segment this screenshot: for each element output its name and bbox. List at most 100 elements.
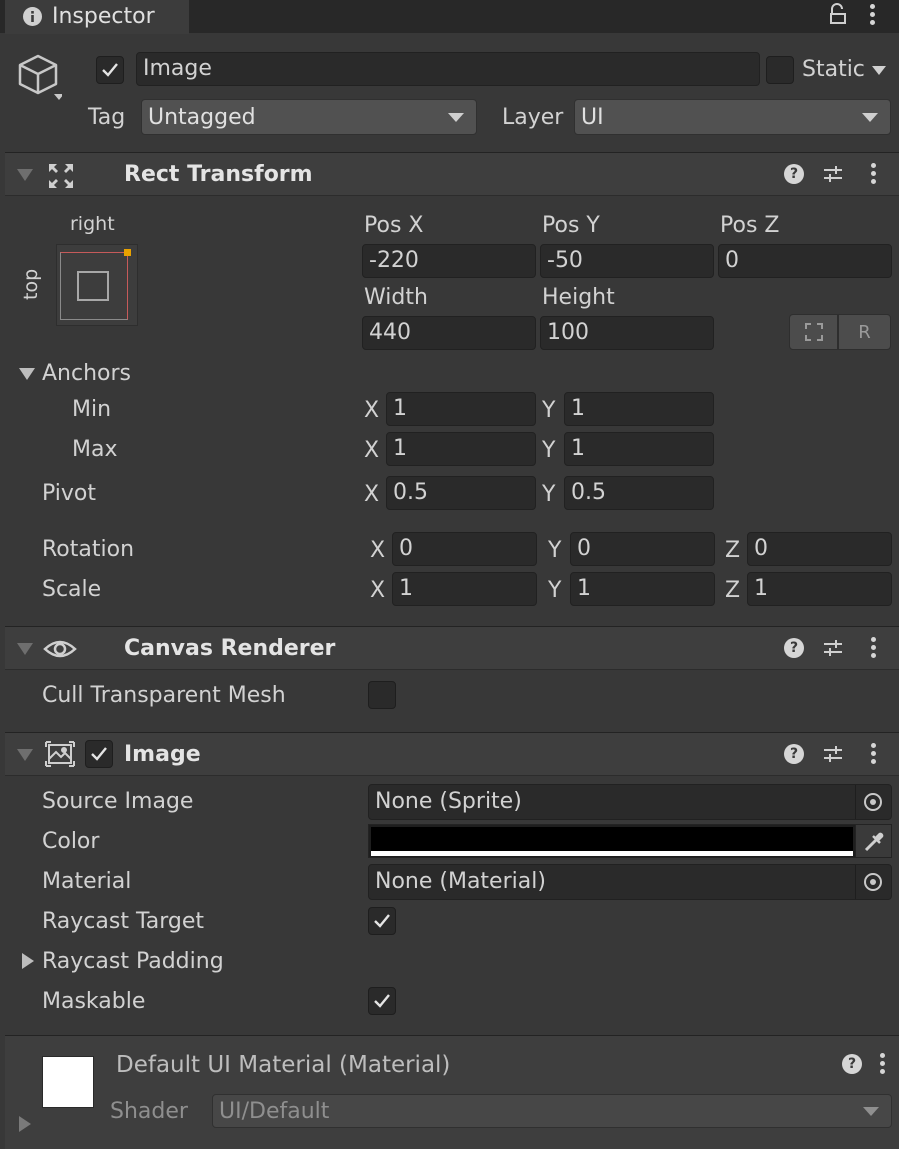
object-picker-icon[interactable]: [864, 873, 882, 891]
static-toggle[interactable]: [766, 56, 794, 84]
material-thumbnail[interactable]: [42, 1056, 94, 1108]
pos-y-label: Pos Y: [542, 213, 600, 238]
rotation-y-field[interactable]: 0: [570, 532, 715, 566]
foldout-arrow-icon[interactable]: [17, 643, 33, 655]
shader-value: UI/Default: [219, 1098, 330, 1124]
pivot-y-field[interactable]: 0.5: [564, 476, 714, 510]
pos-z-label: Pos Z: [720, 213, 780, 238]
help-icon[interactable]: ?: [784, 164, 804, 184]
component-menu-icon[interactable]: [871, 637, 877, 661]
help-icon[interactable]: ?: [784, 744, 804, 764]
layer-dropdown[interactable]: UI: [574, 99, 891, 135]
pos-z-field[interactable]: 0: [718, 244, 892, 278]
material-field[interactable]: None (Material): [368, 864, 892, 900]
image-component-title: Image: [124, 742, 201, 767]
material-menu-icon[interactable]: [880, 1053, 886, 1077]
anchor-presets-button[interactable]: [56, 244, 138, 326]
chevron-down-icon: [448, 113, 464, 122]
tab-inspector[interactable]: Inspector: [5, 0, 189, 34]
scale-label: Scale: [42, 577, 102, 602]
material-foldout-icon[interactable]: [19, 1116, 31, 1132]
max-x-axis-label: X: [364, 438, 380, 463]
presets-icon[interactable]: [822, 637, 844, 659]
scale-z-axis-label: Z: [725, 578, 741, 603]
scale-x-axis-label: X: [370, 578, 386, 603]
maskable-label: Maskable: [42, 989, 146, 1014]
anchor-min-x-field[interactable]: 1: [386, 392, 536, 426]
scale-y-field[interactable]: 1: [570, 572, 715, 606]
component-menu-icon[interactable]: [871, 163, 877, 187]
cull-transparent-mesh-checkbox[interactable]: [368, 681, 396, 709]
image-component-header[interactable]: Image ?: [5, 732, 899, 776]
image-enabled-toggle[interactable]: [85, 740, 113, 768]
rotation-x-field[interactable]: 0: [392, 532, 537, 566]
width-field[interactable]: 440: [362, 316, 536, 350]
canvas-renderer-title: Canvas Renderer: [124, 636, 336, 661]
scale-x-field[interactable]: 1: [392, 572, 537, 606]
raycast-padding-foldout-icon[interactable]: [22, 953, 34, 969]
raycast-target-checkbox[interactable]: [368, 907, 396, 935]
rect-transform-title: Rect Transform: [124, 162, 313, 187]
alpha-bar: [371, 851, 853, 856]
source-image-field[interactable]: None (Sprite): [368, 784, 892, 820]
scale-z-field[interactable]: 1: [747, 572, 892, 606]
lock-icon[interactable]: [828, 2, 848, 28]
canvas-renderer-header[interactable]: Canvas Renderer ?: [5, 626, 899, 670]
rot-z-axis-label: Z: [725, 538, 741, 563]
material-preview-title: Default UI Material (Material): [116, 1052, 451, 1078]
foldout-arrow-icon[interactable]: [17, 169, 33, 181]
anchors-label[interactable]: Anchors: [42, 363, 131, 385]
anchor-max-label: Max: [72, 437, 118, 462]
gameobject-icon[interactable]: [16, 52, 64, 104]
color-field[interactable]: [368, 824, 856, 858]
tag-value: Untagged: [148, 104, 256, 130]
active-toggle[interactable]: [96, 56, 124, 84]
maskable-checkbox[interactable]: [368, 987, 396, 1015]
width-label: Width: [364, 285, 428, 310]
layer-value: UI: [581, 104, 604, 130]
help-icon[interactable]: ?: [784, 638, 804, 658]
shader-dropdown[interactable]: UI/Default: [212, 1094, 892, 1128]
anchor-min-y-field[interactable]: 1: [564, 392, 714, 426]
rotation-z-field[interactable]: 0: [747, 532, 892, 566]
blueprint-mode-button[interactable]: [789, 314, 838, 350]
presets-icon[interactable]: [822, 163, 844, 185]
tab-menu-icon[interactable]: [870, 4, 876, 28]
tab-label: Inspector: [52, 4, 155, 29]
anchor-rect: [77, 271, 109, 301]
material-value: None (Material): [375, 869, 546, 894]
height-field[interactable]: 100: [540, 316, 714, 350]
min-x-axis-label: X: [364, 398, 380, 423]
help-icon[interactable]: ?: [842, 1054, 862, 1074]
layer-label: Layer: [502, 105, 564, 130]
pos-x-field[interactable]: -220: [362, 244, 536, 278]
shader-label: Shader: [110, 1099, 188, 1124]
pivot-x-field[interactable]: 0.5: [386, 476, 536, 510]
min-y-axis-label: Y: [542, 398, 556, 423]
raycast-padding-label[interactable]: Raycast Padding: [42, 951, 224, 973]
object-picker-icon[interactable]: [864, 793, 882, 811]
tag-dropdown[interactable]: Untagged: [141, 99, 477, 135]
cull-transparent-mesh-label: Cull Transparent Mesh: [42, 683, 286, 708]
pivot-y-axis-label: Y: [542, 482, 556, 507]
anchors-foldout-icon[interactable]: [19, 368, 35, 380]
anchor-max-y-field[interactable]: 1: [564, 432, 714, 466]
chevron-down-icon: [862, 113, 878, 122]
pivot-label: Pivot: [42, 481, 97, 506]
rect-transform-header[interactable]: Rect Transform ?: [5, 152, 899, 196]
raw-edit-button[interactable]: R: [838, 314, 891, 350]
component-menu-icon[interactable]: [871, 743, 877, 767]
anchor-max-x-field[interactable]: 1: [386, 432, 536, 466]
color-swatch: [371, 827, 853, 851]
rot-x-axis-label: X: [370, 538, 386, 563]
blueprint-icon: [805, 323, 823, 341]
static-label[interactable]: Static: [802, 59, 865, 81]
object-name-input[interactable]: Image: [136, 52, 760, 86]
presets-icon[interactable]: [822, 743, 844, 765]
static-dropdown-icon[interactable]: [872, 66, 886, 75]
pos-y-field[interactable]: -50: [540, 244, 714, 278]
info-icon: [23, 7, 42, 26]
foldout-arrow-icon[interactable]: [17, 749, 33, 761]
eyedropper-button[interactable]: [856, 824, 892, 858]
eyedropper-icon: [864, 832, 884, 852]
